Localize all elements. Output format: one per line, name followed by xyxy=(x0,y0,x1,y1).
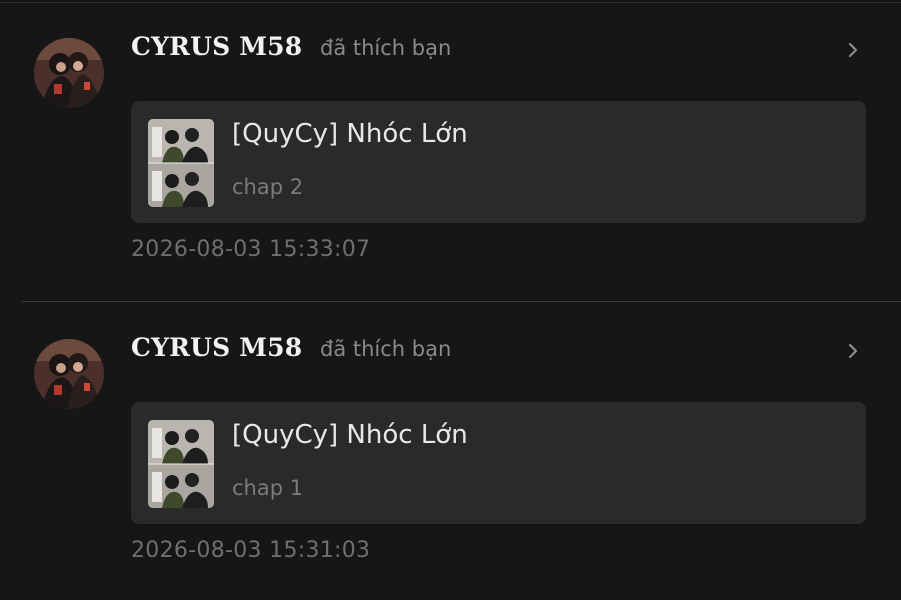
timestamp: 2026-08-03 15:33:07 xyxy=(131,237,371,262)
action-text: đã thích bạn xyxy=(320,337,452,361)
story-title: [QuyCy] Nhóc Lớn xyxy=(232,119,468,149)
action-text: đã thích bạn xyxy=(320,36,452,60)
username[interactable]: CYRUS M58 xyxy=(131,333,302,362)
chevron-right-icon[interactable] xyxy=(843,38,863,62)
user-avatar[interactable] xyxy=(34,339,104,409)
chapter-label: chap 2 xyxy=(232,175,304,199)
username[interactable]: CYRUS M58 xyxy=(131,32,302,61)
story-cover-thumbnail xyxy=(148,119,214,207)
chapter-label: chap 1 xyxy=(232,476,304,500)
notification-item[interactable]: CYRUS M58 đã thích bạn [QuyCy] Nhóc Lớn … xyxy=(0,0,901,300)
story-card[interactable]: [QuyCy] Nhóc Lớn chap 1 xyxy=(131,402,866,524)
story-card[interactable]: [QuyCy] Nhóc Lớn chap 2 xyxy=(131,101,866,223)
story-cover-thumbnail xyxy=(148,420,214,508)
timestamp: 2026-08-03 15:31:03 xyxy=(131,538,371,563)
chevron-right-icon[interactable] xyxy=(843,339,863,363)
notification-feed: CYRUS M58 đã thích bạn [QuyCy] Nhóc Lớn … xyxy=(0,0,901,600)
notification-item[interactable]: CYRUS M58 đã thích bạn [QuyCy] Nhóc Lớn … xyxy=(0,301,901,600)
user-avatar[interactable] xyxy=(34,38,104,108)
story-title: [QuyCy] Nhóc Lớn xyxy=(232,420,468,450)
